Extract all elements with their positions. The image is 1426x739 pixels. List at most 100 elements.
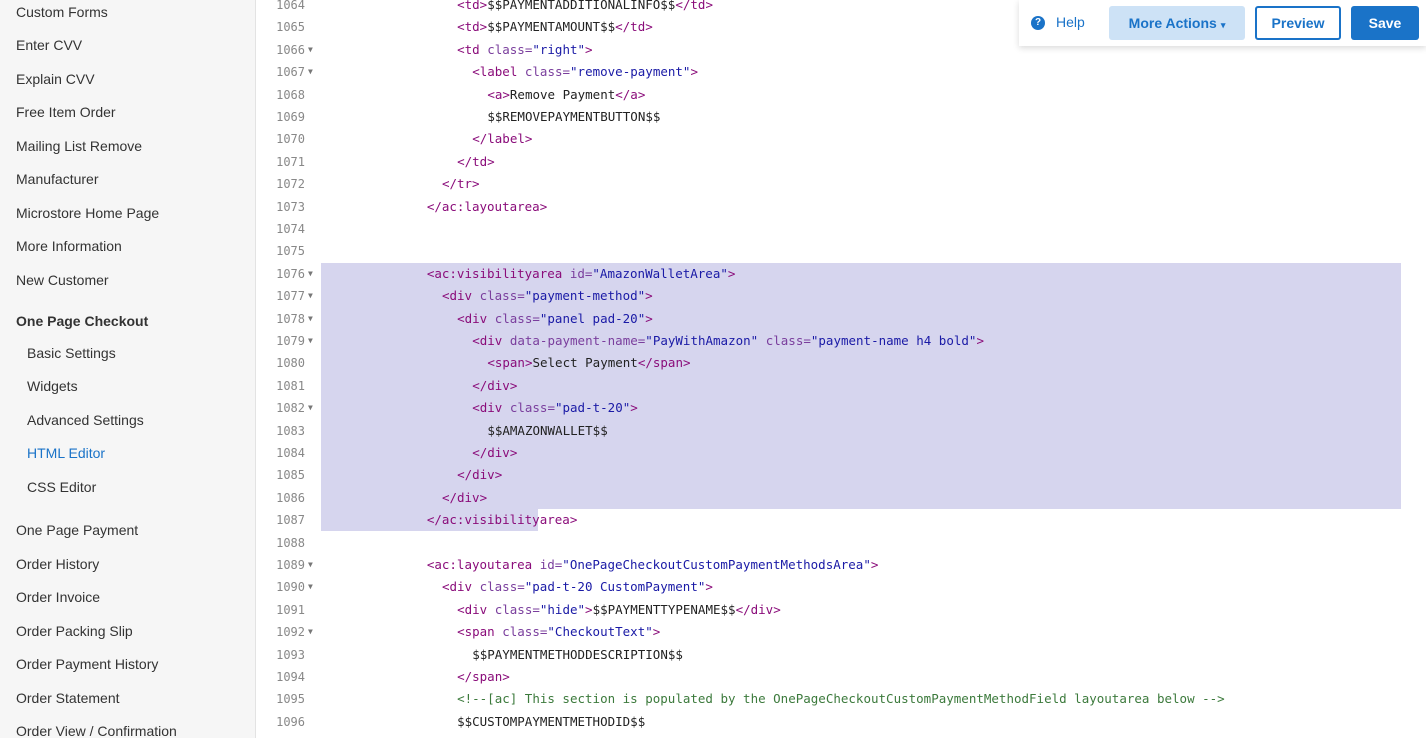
fold-arrow-icon[interactable]: ▼ [308,263,313,285]
question-circle-icon[interactable]: ? [1031,16,1045,30]
code-token: <span> [487,355,533,371]
html-code-editor[interactable]: 1064 <td>$$PAYMENTADDITIONALINFO$$</td> 10… [257,0,1426,738]
sidebar-item-one-page-checkout[interactable]: One Page Checkout [16,313,148,329]
code-token: </div> [472,377,518,393]
code-line: 1082 ▼ <div class="pad-t-20"> [257,397,1426,419]
line-number: 1089 [276,558,305,572]
line-number: 1085 [276,468,305,483]
fold-arrow-icon[interactable]: ▼ [308,330,313,352]
sidebar-item-manufacturer[interactable]: Manufacturer [16,171,98,187]
code-line: 1068 <a>Remove Payment</a> [257,84,1426,106]
code-token: Select Payment [532,355,638,371]
code-token: > [645,288,653,304]
code-token: "CheckoutText" [547,624,653,640]
code-token: </td> [457,153,495,169]
code-token: <div [441,579,480,595]
code-text: <div data-payment-name="PayWithAmazon" c… [472,330,984,352]
code-token: $$PAYMENTMETHODDESCRIPTION$$ [472,646,683,662]
code-line: 1088 [257,532,1426,554]
code-token: "payment-name h4 bold" [810,333,977,348]
code-token: > [585,41,593,57]
code-token: > [645,310,653,326]
code-token: > [870,557,879,572]
sidebar-item-order-statement[interactable]: Order Statement [16,690,120,706]
fold-arrow-icon[interactable]: ▼ [308,285,313,307]
code-line: 1079 ▼ <div data-payment-name="PayWithAmaz… [257,330,1426,352]
sidebar-item-basic-settings[interactable]: Basic Settings [27,345,116,361]
code-line: 1075 [257,240,1426,262]
code-token: data-payment-name= [509,333,646,348]
code-line: 1078 ▼ <div class="panel pad-20"> [257,308,1426,330]
sidebar-item-order-packing-slip[interactable]: Order Packing Slip [16,623,133,639]
code-token: class= [494,601,540,617]
save-button[interactable]: Save [1351,6,1419,40]
line-number: 1082 [276,401,305,416]
code-token: </label> [472,131,533,147]
code-line: 1069 $$REMOVEPAYMENTBUTTON$$ [257,106,1426,128]
code-token: <a> [487,86,510,102]
code-token: <div [441,288,480,304]
sidebar-item-free-item-order[interactable]: Free Item Order [16,104,116,120]
sidebar-item-mailing-list-remove[interactable]: Mailing List Remove [16,138,142,154]
code-token: $$PAYMENTTYPENAME$$ [592,601,736,617]
sidebar-item-html-editor[interactable]: HTML Editor [27,445,105,461]
line-number: 1087 [276,513,305,528]
code-text: <ac:visibilityarea id="AmazonWalletArea"… [427,263,736,285]
code-line: 1090 ▼ <div class="pad-t-20 CustomPayment"… [257,576,1426,598]
sidebar-item-order-invoice[interactable]: Order Invoice [16,589,100,605]
code-line: 1094 </span> [257,666,1426,688]
fold-arrow-icon[interactable]: ▼ [308,61,313,83]
editor-toolbar: ? Help More Actions ▾ Preview Save [1019,0,1426,46]
sidebar-item-order-payment-history[interactable]: Order Payment History [16,656,158,672]
code-token: class= [509,400,555,416]
code-token: $$PAYMENTAMOUNT$$ [487,19,616,35]
code-token: > [652,624,661,640]
code-token: </td> [615,19,653,35]
code-token: > [630,400,638,416]
sidebar-item-one-page-payment[interactable]: One Page Payment [16,522,138,538]
more-actions-button[interactable]: More Actions ▾ [1109,6,1245,40]
sidebar-item-advanced-settings[interactable]: Advanced Settings [27,412,144,428]
line-number: 1077 [276,289,305,304]
sidebar-item-css-editor[interactable]: CSS Editor [27,479,96,495]
line-number: 1072 [276,177,305,192]
code-token: class= [487,41,533,57]
code-text: <div class="hide">$$PAYMENTTYPENAME$$</d… [457,599,781,621]
code-token: class= [494,310,540,326]
preview-button[interactable]: Preview [1255,6,1341,40]
fold-arrow-icon[interactable]: ▼ [308,39,313,61]
line-number: 1071 [276,154,305,169]
sidebar-item-more-information[interactable]: More Information [16,238,122,254]
line-number: 1096 [276,714,305,729]
code-line: 1084 </div> [257,442,1426,464]
sidebar-item-explain-cvv[interactable]: Explain CVV [16,71,95,87]
sidebar-item-order-view-confirmation[interactable]: Order View / Confirmation [16,723,177,739]
help-link[interactable]: Help [1056,14,1085,30]
code-text: </div> [472,375,517,397]
code-token: "remove-payment" [570,64,691,80]
sidebar-item-custom-forms[interactable]: Custom Forms [16,4,108,20]
code-token: </span> [637,355,691,371]
fold-arrow-icon[interactable]: ▼ [308,308,313,330]
line-number: 1065 [276,20,305,35]
code-text: </div> [457,464,502,486]
sidebar-item-new-customer[interactable]: New Customer [16,272,109,288]
fold-arrow-icon[interactable]: ▼ [308,397,313,419]
code-text: <div class="pad-t-20 CustomPayment"> [442,576,713,598]
code-token: </div> [472,445,518,460]
sidebar-item-enter-cvv[interactable]: Enter CVV [16,37,82,53]
code-token: "AmazonWalletArea" [592,265,728,281]
sidebar-item-widgets[interactable]: Widgets [27,378,78,394]
line-number: 1081 [276,378,305,393]
code-token: "right" [532,41,586,57]
code-text: <td>$$PAYMENTADDITIONALINFO$$</td> [457,0,713,16]
code-text: </ac:layoutarea> [427,196,547,218]
sidebar-item-order-history[interactable]: Order History [16,556,99,572]
fold-arrow-icon[interactable]: ▼ [308,554,313,576]
code-token: > [705,579,713,595]
fold-arrow-icon[interactable]: ▼ [308,621,313,643]
line-number: 1074 [276,222,305,236]
sidebar-item-microstore-home-page[interactable]: Microstore Home Page [16,205,159,221]
fold-arrow-icon[interactable]: ▼ [308,576,313,598]
